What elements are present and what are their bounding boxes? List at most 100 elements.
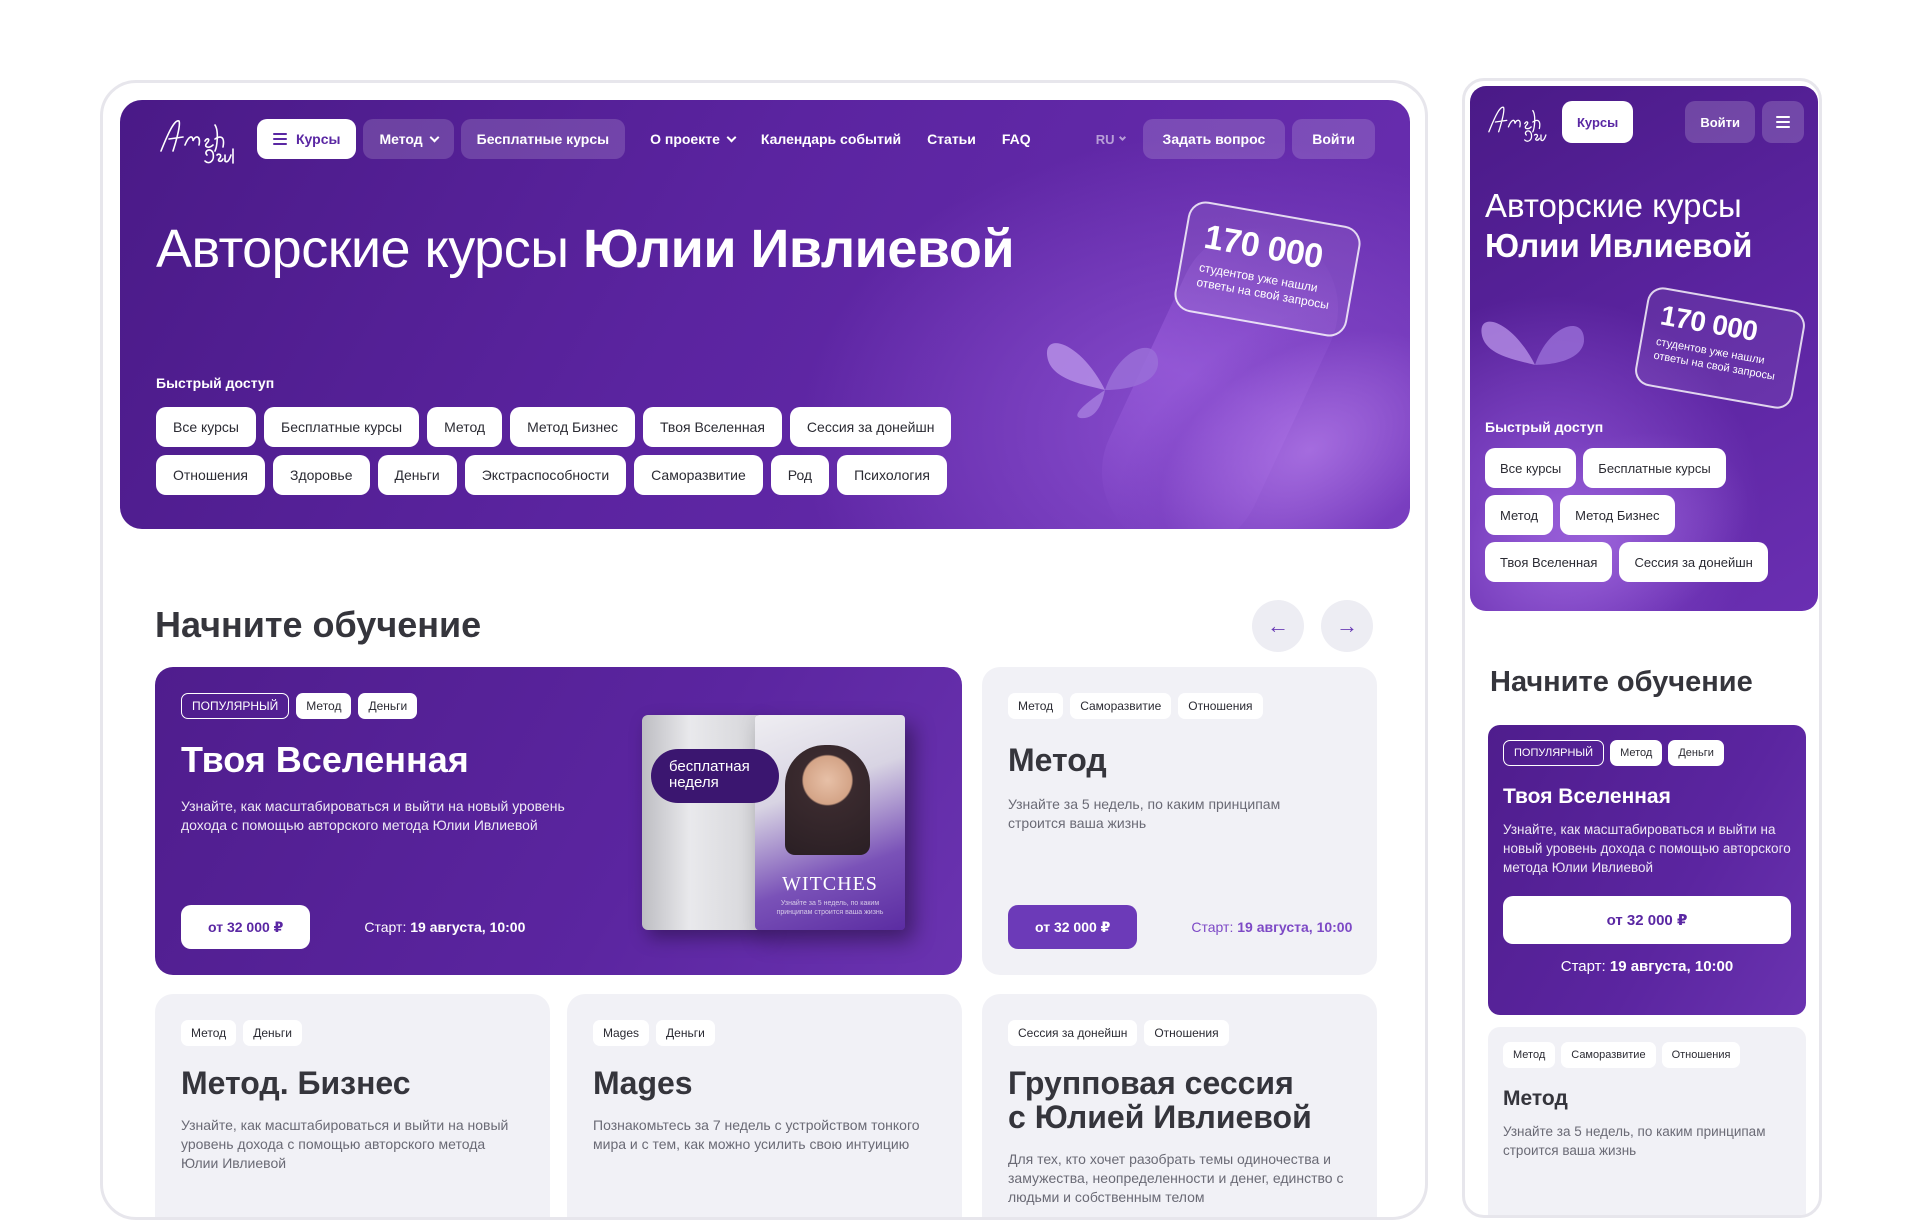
price-button[interactable]: от 32 000 ₽ — [1503, 896, 1791, 944]
top-nav: Курсы Метод Бесплатные курсы О проекте К… — [155, 118, 1375, 164]
chip-free-courses[interactable]: Бесплатные курсы — [264, 407, 420, 447]
hero-title-bold: Юлии Ивлиевой — [583, 219, 1015, 279]
card-description: Узнайте, как масштабироваться и выйти на… — [1503, 822, 1791, 875]
card-description: Для тех, кто хочет разобрать темы одиноч… — [1008, 1151, 1344, 1205]
card-description: Познакомьтесь за 7 недель с устройством … — [593, 1117, 920, 1152]
arrow-left-icon: ← — [1267, 613, 1289, 638]
chip-health[interactable]: Здоровье — [272, 455, 370, 495]
tag: Метод — [296, 693, 352, 719]
card-tags: Метод Саморазвитие Отношения — [1503, 1042, 1791, 1068]
price-button[interactable]: от 32 000 ₽ — [181, 905, 311, 949]
card-title: Метод. Бизнес — [181, 1065, 411, 1101]
card-tags: ПОПУЛЯРНЫЙ Метод Деньги — [1503, 740, 1791, 766]
free-courses-button[interactable]: Бесплатные курсы — [460, 119, 626, 159]
method-dropdown[interactable]: Метод — [363, 119, 454, 159]
start-date: Старт: 19 августа, 10:00 — [364, 919, 525, 935]
chip-lineage[interactable]: Род — [770, 455, 830, 495]
chip-donation-session[interactable]: Сессия за донейшн — [1619, 542, 1768, 582]
hamburger-menu-button[interactable] — [1762, 101, 1804, 143]
card-footer: от 32 000 ₽ Старт: 19 августа, 10:00 — [181, 905, 525, 949]
card-title: Метод — [1008, 742, 1107, 778]
chip-extrasensory[interactable]: Экстраспособности — [464, 455, 627, 495]
login-button[interactable]: Войти — [1292, 119, 1375, 159]
chip-free-courses[interactable]: Бесплатные курсы — [1583, 448, 1726, 488]
tag: Саморазвитие — [1070, 693, 1172, 719]
next-arrow-button[interactable]: → — [1321, 600, 1373, 652]
courses-label: Курсы — [296, 131, 341, 147]
mobile-hero-banner: Курсы Войти Авторские курсы Юлии Ивлиево… — [1470, 86, 1818, 611]
card-title-line: Групповая сессия — [1008, 1065, 1294, 1101]
chip-donation-session[interactable]: Сессия за донейшн — [789, 407, 952, 447]
tag: Саморазвитие — [1561, 1042, 1656, 1068]
hero-title-light: Авторские курсы — [156, 219, 584, 279]
ask-question-button[interactable]: Задать вопрос — [1142, 119, 1286, 159]
tag: Сессия за донейшн — [1008, 1020, 1138, 1046]
hero-banner: Курсы Метод Бесплатные курсы О проекте К… — [120, 100, 1410, 529]
price-label: от 32 000 ₽ — [1606, 912, 1688, 929]
desktop-frame: Курсы Метод Бесплатные курсы О проекте К… — [100, 80, 1428, 1220]
faq-link[interactable]: FAQ — [1002, 131, 1031, 147]
card-description: Узнайте, как масштабироваться и выйти на… — [181, 798, 565, 833]
courses-menu-button[interactable]: Курсы — [257, 119, 357, 159]
tag: Отношения — [1178, 693, 1263, 719]
card-tags: Метод Саморазвитие Отношения — [1008, 693, 1351, 719]
course-card-method-business[interactable]: Метод Деньги Метод. Бизнес Узнайте, как … — [155, 994, 550, 1217]
card-tags: Сессия за донейшн Отношения — [1008, 1020, 1351, 1046]
butterfly-icon — [1481, 321, 1584, 365]
about-dropdown[interactable]: О проекте — [650, 131, 737, 147]
login-button[interactable]: Войти — [1685, 101, 1755, 143]
card-description: Узнайте за 5 недель, по каким принципам … — [1503, 1124, 1766, 1158]
tag: Метод — [181, 1020, 237, 1046]
chevron-down-icon — [726, 132, 737, 142]
chip-method[interactable]: Метод — [1485, 495, 1554, 535]
course-card-method[interactable]: Метод Саморазвитие Отношения Метод Узнай… — [982, 667, 1377, 975]
mobile-course-card-your-universe[interactable]: ПОПУЛЯРНЫЙ Метод Деньги Твоя Вселенная У… — [1488, 725, 1806, 1015]
price-button[interactable]: от 32 000 ₽ — [1008, 905, 1138, 949]
card-title: Метод — [1503, 1087, 1568, 1110]
start-label: Старт: — [1560, 958, 1610, 975]
course-card-mages[interactable]: Mages Деньги Mages Познакомьтесь за 7 не… — [567, 994, 962, 1217]
chip-self-development[interactable]: Саморазвитие — [634, 455, 763, 495]
students-stat-card: 170 000 студентов уже нашли ответы на св… — [1632, 284, 1808, 412]
butterfly-icon — [1046, 343, 1159, 419]
start-label: Старт: — [1191, 919, 1238, 935]
chip-relationships[interactable]: Отношения — [156, 455, 265, 495]
menu-icon — [273, 133, 287, 145]
book-title: WITCHES — [782, 873, 878, 895]
chip-method[interactable]: Метод — [427, 407, 503, 447]
card-description: Узнайте за 5 недель, по каким принципам … — [1008, 796, 1281, 831]
tag: Метод — [1008, 693, 1064, 719]
chip-psychology[interactable]: Психология — [837, 455, 947, 495]
quick-access-label: Быстрый доступ — [156, 375, 275, 391]
course-card-your-universe[interactable]: ПОПУЛЯРНЫЙ Метод Деньги Твоя Вселенная У… — [155, 667, 962, 975]
prev-arrow-button[interactable]: ← — [1252, 600, 1304, 652]
course-card-group-session[interactable]: Сессия за донейшн Отношения Групповая се… — [982, 994, 1377, 1217]
calendar-link[interactable]: Календарь событий — [761, 131, 901, 147]
chip-all-courses[interactable]: Все курсы — [1485, 448, 1577, 488]
chip-your-universe[interactable]: Твоя Вселенная — [643, 407, 782, 447]
logo[interactable] — [155, 111, 241, 167]
logo[interactable] — [1484, 99, 1554, 145]
card-tags: Mages Деньги — [593, 1020, 936, 1046]
courses-menu-button[interactable]: Курсы — [1562, 101, 1634, 143]
articles-link[interactable]: Статьи — [927, 131, 976, 147]
menu-icon — [1776, 116, 1790, 128]
quick-access-label: Быстрый доступ — [1485, 419, 1604, 435]
language-selector[interactable]: RU — [1095, 131, 1126, 147]
free-week-badge: бесплатная неделя — [651, 749, 779, 803]
language-label: RU — [1095, 131, 1115, 147]
quick-access-row-2: Отношения Здоровье Деньги Экстраспособно… — [156, 455, 1056, 495]
mobile-course-card-method[interactable]: Метод Саморазвитие Отношения Метод Узнай… — [1488, 1027, 1806, 1215]
chip-method-business[interactable]: Метод Бизнес — [510, 407, 635, 447]
chip-method-business[interactable]: Метод Бизнес — [1560, 495, 1675, 535]
chip-your-universe[interactable]: Твоя Вселенная — [1485, 542, 1613, 582]
chip-all-courses[interactable]: Все курсы — [156, 407, 256, 447]
arrow-right-icon: → — [1336, 613, 1358, 638]
chip-money[interactable]: Деньги — [377, 455, 457, 495]
mobile-frame: Курсы Войти Авторские курсы Юлии Ивлиево… — [1462, 78, 1822, 1218]
hero-title-light: Авторские курсы — [1485, 187, 1742, 224]
start-date: Старт: 19 августа, 10:00 — [1191, 919, 1352, 935]
hero-title-bold: Юлии Ивлиевой — [1485, 227, 1753, 264]
author-portrait — [785, 745, 870, 855]
method-label: Метод — [379, 131, 423, 147]
